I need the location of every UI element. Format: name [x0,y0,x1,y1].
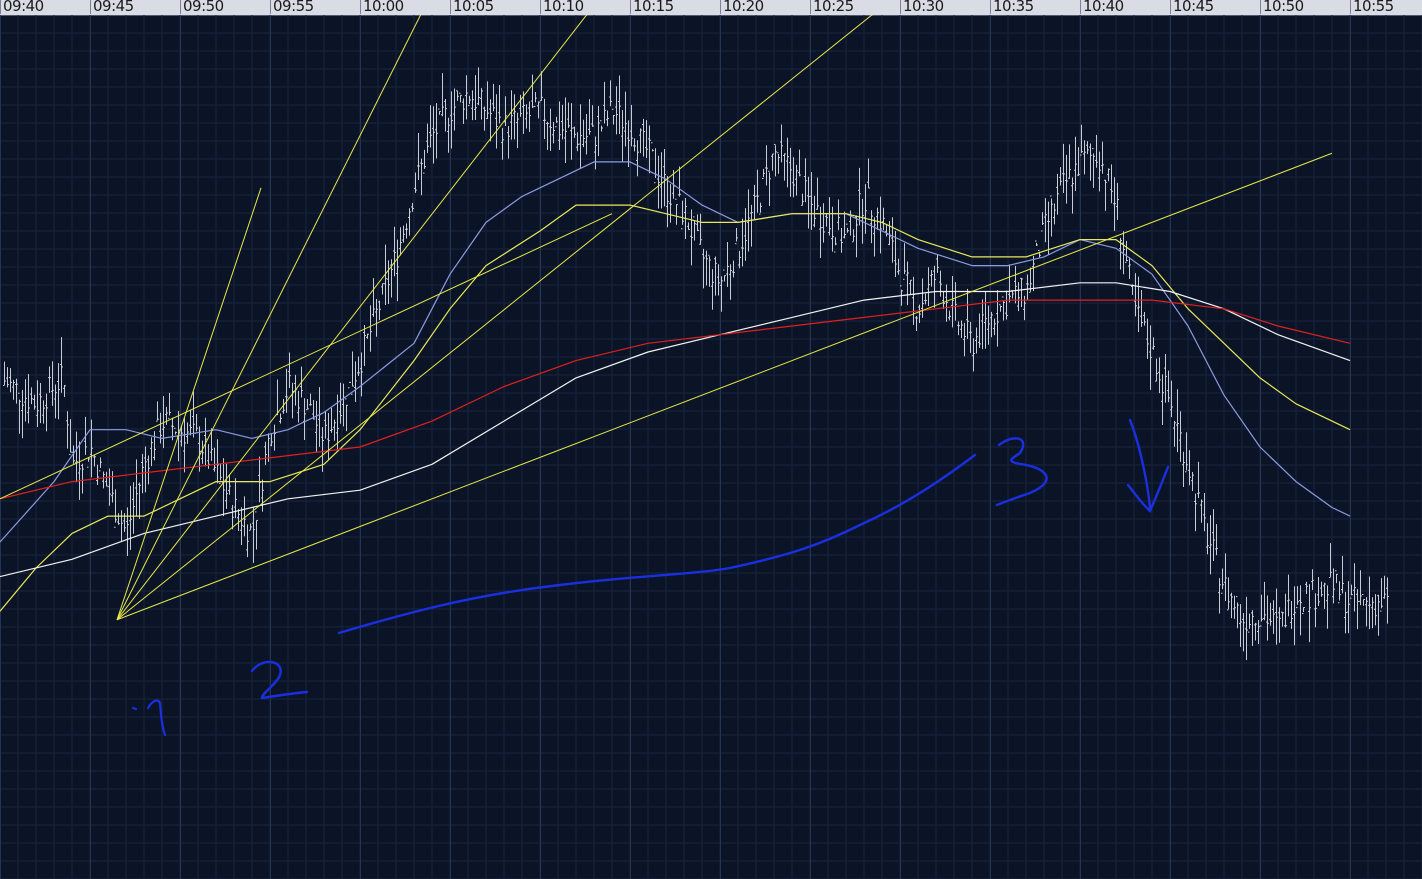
price-chart[interactable] [0,15,1422,879]
time-tick-label: 09:45 [90,0,134,14]
time-tick-label: 10:50 [1260,0,1304,14]
time-tick-label: 10:00 [360,0,404,14]
time-tick-label: 09:55 [270,0,314,14]
time-tick-label: 09:40 [0,0,44,14]
annotation-1-mark [131,699,167,737]
time-tick-label: 10:40 [1080,0,1124,14]
yellow-ma-line [0,204,1351,612]
time-tick-label: 10:20 [720,0,764,14]
time-tick-label: 10:55 [1350,0,1394,14]
time-tick-label: 10:30 [900,0,944,14]
time-tick-label: 10:15 [630,0,674,14]
time-tick-label: 10:45 [1170,0,1214,14]
time-tick-label: 10:25 [810,0,854,14]
fan-line [116,152,1333,621]
annotation-2-mark [250,660,309,700]
annotation-3-mark [995,437,1048,507]
hand-drawn-trend-curve [337,453,977,635]
time-tick-label: 10:05 [450,0,494,14]
time-tick-label: 10:10 [540,0,584,14]
chart-area[interactable]: 09:40 09:45 09:50 09:55 10:00 10:05 10:10 10:15… [0,0,1422,879]
time-tick-label: 09:50 [180,0,224,14]
time-axis: 09:40 09:45 09:50 09:55 10:00 10:05 10:10 10:15… [0,0,1422,16]
time-tick-label: 10:35 [990,0,1034,14]
